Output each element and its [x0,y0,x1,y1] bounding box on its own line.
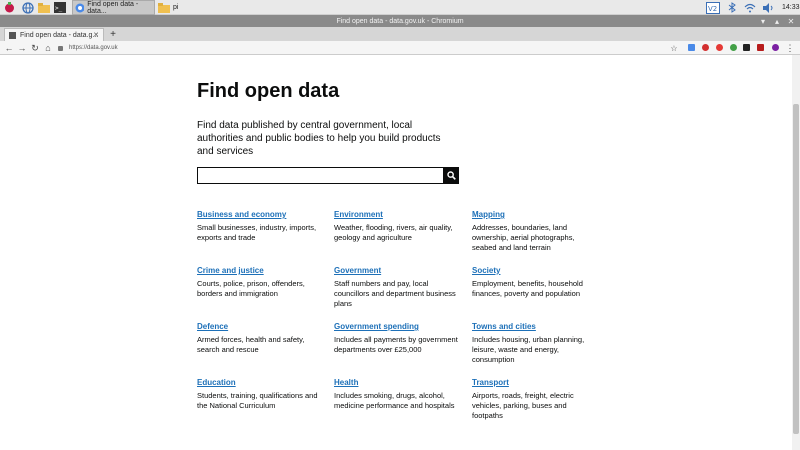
file-manager-icon[interactable] [37,1,50,14]
tab-close-icon[interactable]: ✕ [93,31,99,39]
topic-link[interactable]: Defence [197,322,322,331]
translate-extension-icon[interactable] [688,44,695,51]
page-title: Find open data [197,80,340,102]
vnc-icon[interactable]: V2 [706,1,720,14]
topic-environment: Environment Weather, flooding, rivers, a… [334,210,459,243]
topic-government-spending: Government spending Includes all payment… [334,322,459,355]
topic-description: Weather, flooding, rivers, air quality, … [334,223,453,242]
svg-text:>_: >_ [55,5,63,12]
favicon-icon [9,31,16,39]
topic-health: Health Includes smoking, drugs, alcohol,… [334,378,459,411]
back-icon[interactable]: ← [3,41,15,55]
topic-description: Small businesses, industry, imports, exp… [197,223,317,242]
topic-description: Armed forces, health and safety, search … [197,335,305,354]
topic-description: Staff numbers and pay, local councillors… [334,279,456,308]
topic-defence: Defence Armed forces, health and safety,… [197,322,322,355]
topic-link[interactable]: Towns and cities [472,322,597,331]
search-button[interactable] [443,167,459,184]
tab-active[interactable]: Find open data - data.g... ✕ [4,28,104,41]
topic-link[interactable]: Society [472,266,597,275]
menu-kebab-icon[interactable]: ⋮ [784,41,796,55]
taskbar-task-chromium[interactable]: Find open data - data... [72,0,155,15]
topic-link[interactable]: Crime and justice [197,266,322,275]
home-icon[interactable]: ⌂ [42,41,54,55]
window-title: Find open data - data.gov.uk - Chromium [0,15,800,27]
lock-icon [58,45,63,51]
topic-link[interactable]: Government [334,266,459,275]
topic-description: Includes smoking, drugs, alcohol, medici… [334,391,455,410]
dark-extension-icon[interactable] [743,44,750,51]
forward-icon[interactable]: → [16,41,28,55]
folder-icon [158,2,170,13]
topic-link[interactable]: Government spending [334,322,459,331]
topic-description: Students, training, qualifications and t… [197,391,318,410]
taskbar-task-label: Find open data - data... [87,0,139,15]
topic-link[interactable]: Education [197,378,322,387]
topic-description: Courts, police, prison, offenders, borde… [197,279,305,298]
volume-icon[interactable] [762,2,774,13]
tab-strip: Find open data - data.g... ✕ [0,27,800,41]
topic-government: Government Staff numbers and pay, local … [334,266,459,309]
browser-toolbar: ← → ↻ ⌂ https://data.gov.uk ☆ ⋮ [0,41,800,55]
opera-extension-icon[interactable] [702,44,709,51]
maximize-icon[interactable]: ▴ [772,15,782,27]
os-taskbar: >_ Find open data - data... pi V2 14:33 [0,0,800,15]
search-icon [446,171,456,180]
terminal-icon[interactable]: >_ [53,1,66,14]
topic-description: Includes all payments by government depa… [334,335,458,354]
url-text: https://data.gov.uk [69,45,118,51]
topic-crime-and-justice: Crime and justice Courts, police, prison… [197,266,322,299]
topic-link[interactable]: Transport [472,378,597,387]
tab-title: Find open data - data.g... [20,31,99,39]
topic-link[interactable]: Business and economy [197,210,322,219]
topic-link[interactable]: Mapping [472,210,597,219]
taskbar-task-folder[interactable]: pi [156,0,216,15]
search-input[interactable] [197,167,459,184]
system-tray: V2 14:33 [706,0,800,15]
topic-link[interactable]: Health [334,378,459,387]
clock: 14:33 [782,4,800,11]
address-bar[interactable]: https://data.gov.uk [58,42,666,54]
stack-extension-icon[interactable] [757,44,764,51]
topic-description: Includes housing, urban planning, leisur… [472,335,585,364]
topic-transport: Transport Airports, roads, freight, elec… [472,378,597,421]
topic-mapping: Mapping Addresses, boundaries, land owne… [472,210,597,253]
bluetooth-icon[interactable] [728,2,736,13]
red-extension-icon[interactable] [716,44,723,51]
green-extension-icon[interactable] [730,44,737,51]
topic-description: Employment, benefits, household finances… [472,279,583,298]
minimize-icon[interactable]: ▾ [758,15,768,27]
raspberry-menu-icon[interactable] [3,1,16,14]
wifi-icon[interactable] [744,3,756,13]
topic-business-and-economy: Business and economy Small businesses, i… [197,210,322,243]
svg-text:V2: V2 [708,5,717,13]
topic-education: Education Students, training, qualificat… [197,378,322,411]
topic-description: Airports, roads, freight, electric vehic… [472,391,574,420]
topic-society: Society Employment, benefits, household … [472,266,597,299]
reload-icon[interactable]: ↻ [29,41,41,55]
chromium-icon [75,3,85,12]
close-icon[interactable]: ✕ [786,15,796,27]
page-intro: Find data published by central governmen… [197,120,441,157]
topic-towns-and-cities: Towns and cities Includes housing, urban… [472,322,597,365]
bookmark-star-icon[interactable]: ☆ [668,41,680,55]
browser-launcher-icon[interactable] [21,1,34,14]
topic-link[interactable]: Environment [334,210,459,219]
topic-description: Addresses, boundaries, land ownership, a… [472,223,575,252]
new-tab-button[interactable]: + [108,28,118,40]
profile-avatar-icon[interactable] [772,44,779,51]
scrollbar-thumb[interactable] [793,104,799,434]
taskbar-task-label: pi [173,4,179,11]
